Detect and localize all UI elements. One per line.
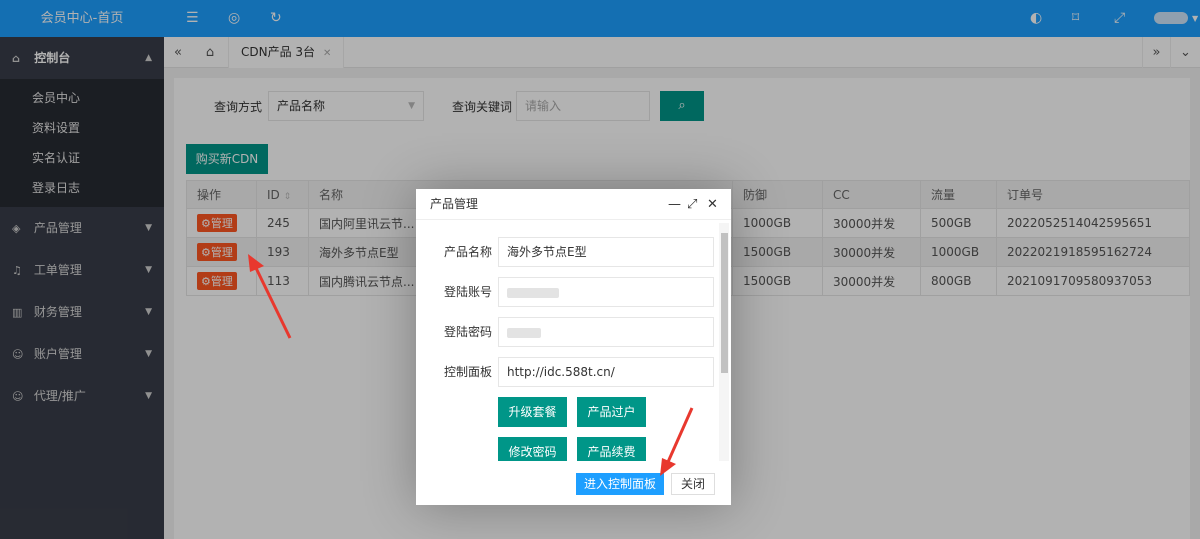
arrow-head [248, 254, 264, 272]
arrow-to-enter-button [660, 407, 694, 476]
arrow-line [254, 267, 292, 339]
arrow-to-manage-button [248, 254, 292, 339]
annotation-arrows [248, 254, 694, 476]
arrow-line [666, 407, 694, 463]
arrow-head [660, 458, 676, 476]
